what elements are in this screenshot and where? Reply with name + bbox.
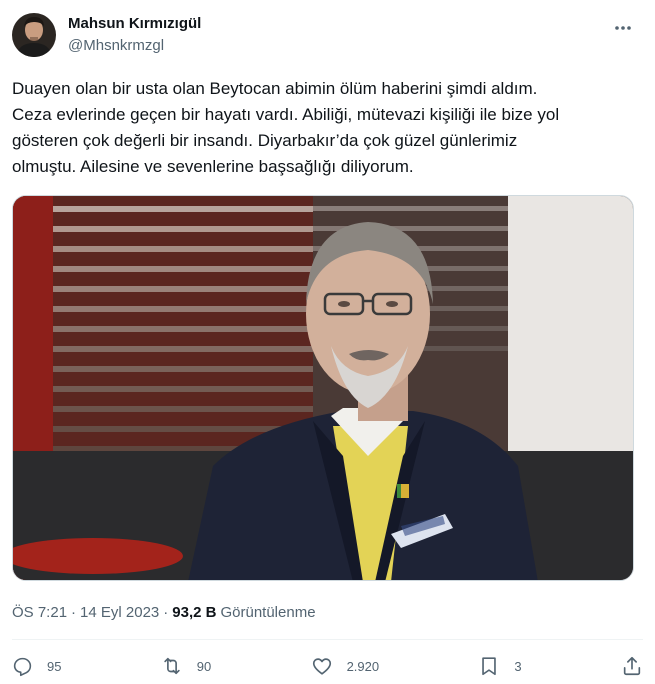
bookmark-count: 3 — [514, 658, 522, 674]
like-count: 2.920 — [346, 658, 380, 674]
author-names: Mahsun Kırmızıgül @Mhsnkrmzgl — [68, 14, 201, 56]
meta-separator: · — [71, 604, 77, 621]
tweet-time[interactable]: ÖS 7:21 — [12, 603, 67, 623]
author-display-name[interactable]: Mahsun Kırmızıgül — [68, 14, 201, 34]
tweet-card: Mahsun Kırmızıgül @Mhsnkrmzgl Duayen ola… — [0, 0, 655, 684]
like-button[interactable]: 2.920 — [311, 655, 380, 677]
heart-icon — [311, 655, 333, 677]
tweet-meta: ÖS 7:21 · 14 Eyl 2023 · 93,2 B Görüntüle… — [12, 603, 316, 623]
more-icon[interactable] — [611, 16, 635, 40]
tweet-date[interactable]: 14 Eyl 2023 — [80, 603, 159, 623]
reply-icon — [12, 656, 33, 677]
tweet-header: Mahsun Kırmızıgül @Mhsnkrmzgl — [12, 12, 643, 58]
share-icon — [621, 655, 643, 677]
repost-count: 90 — [196, 658, 212, 674]
reply-button[interactable]: 95 — [12, 656, 61, 677]
bookmark-icon — [478, 655, 500, 677]
meta-separator: · — [163, 604, 169, 621]
avatar[interactable] — [12, 13, 56, 57]
tweet-text: Duayen olan bir usta olan Beytocan abimi… — [12, 79, 560, 176]
tweet-photo[interactable] — [12, 195, 634, 581]
divider — [12, 639, 643, 640]
views-count: 93,2 B — [172, 604, 217, 621]
author-handle[interactable]: @Mhsnkrmzgl — [68, 36, 201, 56]
reply-count: 95 — [47, 658, 62, 674]
repost-button[interactable]: 90 — [161, 655, 211, 677]
bookmark-button[interactable]: 3 — [478, 655, 522, 677]
action-bar: 95 90 2.920 3 — [12, 650, 643, 682]
repost-icon — [161, 655, 183, 677]
views-label: Görüntülenme — [220, 604, 316, 621]
share-button[interactable] — [621, 655, 643, 677]
